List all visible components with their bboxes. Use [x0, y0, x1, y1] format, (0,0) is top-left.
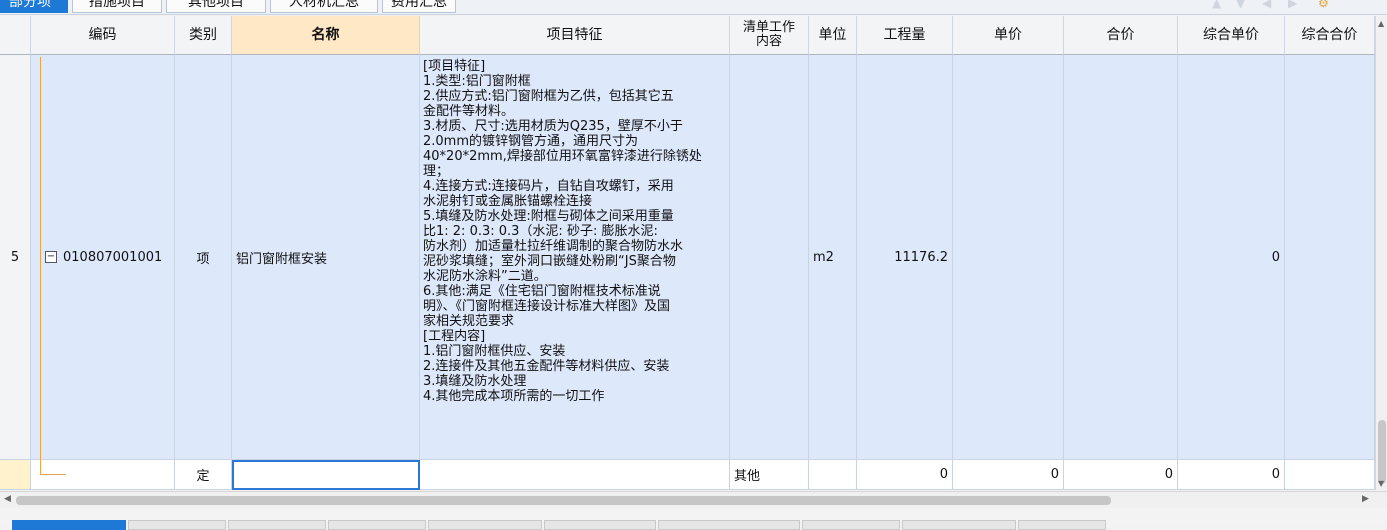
tab-other-items[interactable]: 其他项目 [166, 0, 266, 13]
bottom-tab-bar [0, 508, 1387, 530]
composite-total-cell[interactable] [1285, 460, 1375, 490]
scroll-right-icon[interactable]: ▶ [1362, 495, 1369, 504]
bottom-tab[interactable] [328, 520, 426, 530]
quantity-cell[interactable]: 0 [857, 460, 953, 490]
row-number[interactable]: 5 [0, 55, 31, 460]
feature-cell[interactable] [420, 460, 730, 490]
tree-line [40, 474, 66, 475]
feature-cell[interactable]: [项目特征] 1.类型:铝门窗附框 2.供应方式:铝门窗附框为乙供，包括其它五 … [420, 55, 730, 460]
composite-total-cell[interactable] [1285, 55, 1375, 460]
row-number[interactable] [0, 460, 31, 490]
arrow-up-icon[interactable]: ▲ [1212, 0, 1224, 9]
header-feature[interactable]: 项目特征 [420, 16, 730, 55]
header-quantity[interactable]: 工程量 [857, 16, 953, 55]
header-category[interactable]: 类别 [175, 16, 232, 55]
arrow-left-icon[interactable]: ◀ [1262, 0, 1274, 9]
bottom-tab[interactable] [802, 520, 900, 530]
bottom-tab[interactable] [544, 520, 656, 530]
collapse-icon[interactable]: − [45, 251, 57, 263]
tab-cost-summary[interactable]: 费用汇总 [382, 0, 456, 13]
tab-labor-material-summary[interactable]: 人材机汇总 [270, 0, 378, 13]
tab-sub-items[interactable]: 部分项 [0, 0, 68, 13]
tab-measures[interactable]: 措施项目 [72, 0, 162, 13]
vertical-scroll-thumb[interactable] [1378, 420, 1386, 484]
scroll-left-icon[interactable]: ◀ [4, 495, 11, 504]
work-content-cell[interactable]: 其他 [730, 460, 809, 490]
bottom-tab[interactable] [228, 520, 326, 530]
total-price-cell[interactable] [1064, 55, 1178, 460]
header-name[interactable]: 名称 [232, 16, 420, 55]
arrow-right-icon[interactable]: ▶ [1288, 0, 1300, 9]
bottom-tab[interactable] [128, 520, 226, 530]
bottom-tab[interactable] [658, 520, 800, 530]
code-cell[interactable] [31, 460, 175, 490]
total-price-cell[interactable]: 0 [1064, 460, 1178, 490]
tree-line [40, 57, 41, 474]
code-cell[interactable]: − 010807001001 [31, 55, 175, 460]
unit-cell[interactable] [809, 460, 857, 490]
top-tab-bar: 部分项 措施项目 其他项目 人材机汇总 费用汇总 ▲ ▼ ◀ ▶ ⚙ [0, 0, 1387, 15]
horizontal-scroll-thumb[interactable] [16, 496, 1111, 505]
category-cell[interactable]: 项 [175, 55, 232, 460]
vertical-scrollbar[interactable]: ▲ ▼ [1375, 16, 1387, 490]
header-rownum [0, 16, 31, 55]
bottom-tab[interactable] [902, 520, 1016, 530]
name-cell[interactable]: 铝门窗附框安装 [232, 55, 420, 460]
gear-icon[interactable]: ⚙ [1318, 0, 1330, 9]
bottom-tab[interactable] [1018, 520, 1106, 530]
horizontal-scrollbar[interactable]: ◀ ▶ [0, 491, 1387, 508]
composite-unit-price-cell[interactable]: 0 [1178, 460, 1285, 490]
header-composite-unit-price[interactable]: 综合单价 [1178, 16, 1285, 55]
category-cell[interactable]: 定 [175, 460, 232, 490]
code-text: 010807001001 [63, 249, 163, 265]
scroll-down-icon[interactable]: ▼ [1378, 480, 1384, 488]
header-unit[interactable]: 单位 [809, 16, 857, 55]
header-code[interactable]: 编码 [31, 16, 175, 55]
unit-cell[interactable]: m2 [809, 55, 857, 460]
bill-grid: 编码 类别 名称 项目特征 清单工作内容 单位 工程量 单价 合价 综合单价 综… [0, 16, 1375, 490]
header-composite-total[interactable]: 综合合价 [1285, 16, 1375, 55]
name-edit-input[interactable] [232, 460, 420, 490]
bottom-tab[interactable] [428, 520, 542, 530]
unit-price-cell[interactable] [953, 55, 1064, 460]
work-content-cell[interactable] [730, 55, 809, 460]
scroll-up-icon[interactable]: ▲ [1378, 20, 1384, 28]
quantity-cell[interactable]: 11176.2 [857, 55, 953, 460]
composite-unit-price-cell[interactable]: 0 [1178, 55, 1285, 460]
header-total-price[interactable]: 合价 [1064, 16, 1178, 55]
header-work-content[interactable]: 清单工作内容 [730, 16, 809, 55]
bottom-tab[interactable] [12, 520, 126, 530]
arrow-down-icon[interactable]: ▼ [1236, 0, 1248, 9]
header-unit-price[interactable]: 单价 [953, 16, 1064, 55]
unit-price-cell[interactable]: 0 [953, 460, 1064, 490]
